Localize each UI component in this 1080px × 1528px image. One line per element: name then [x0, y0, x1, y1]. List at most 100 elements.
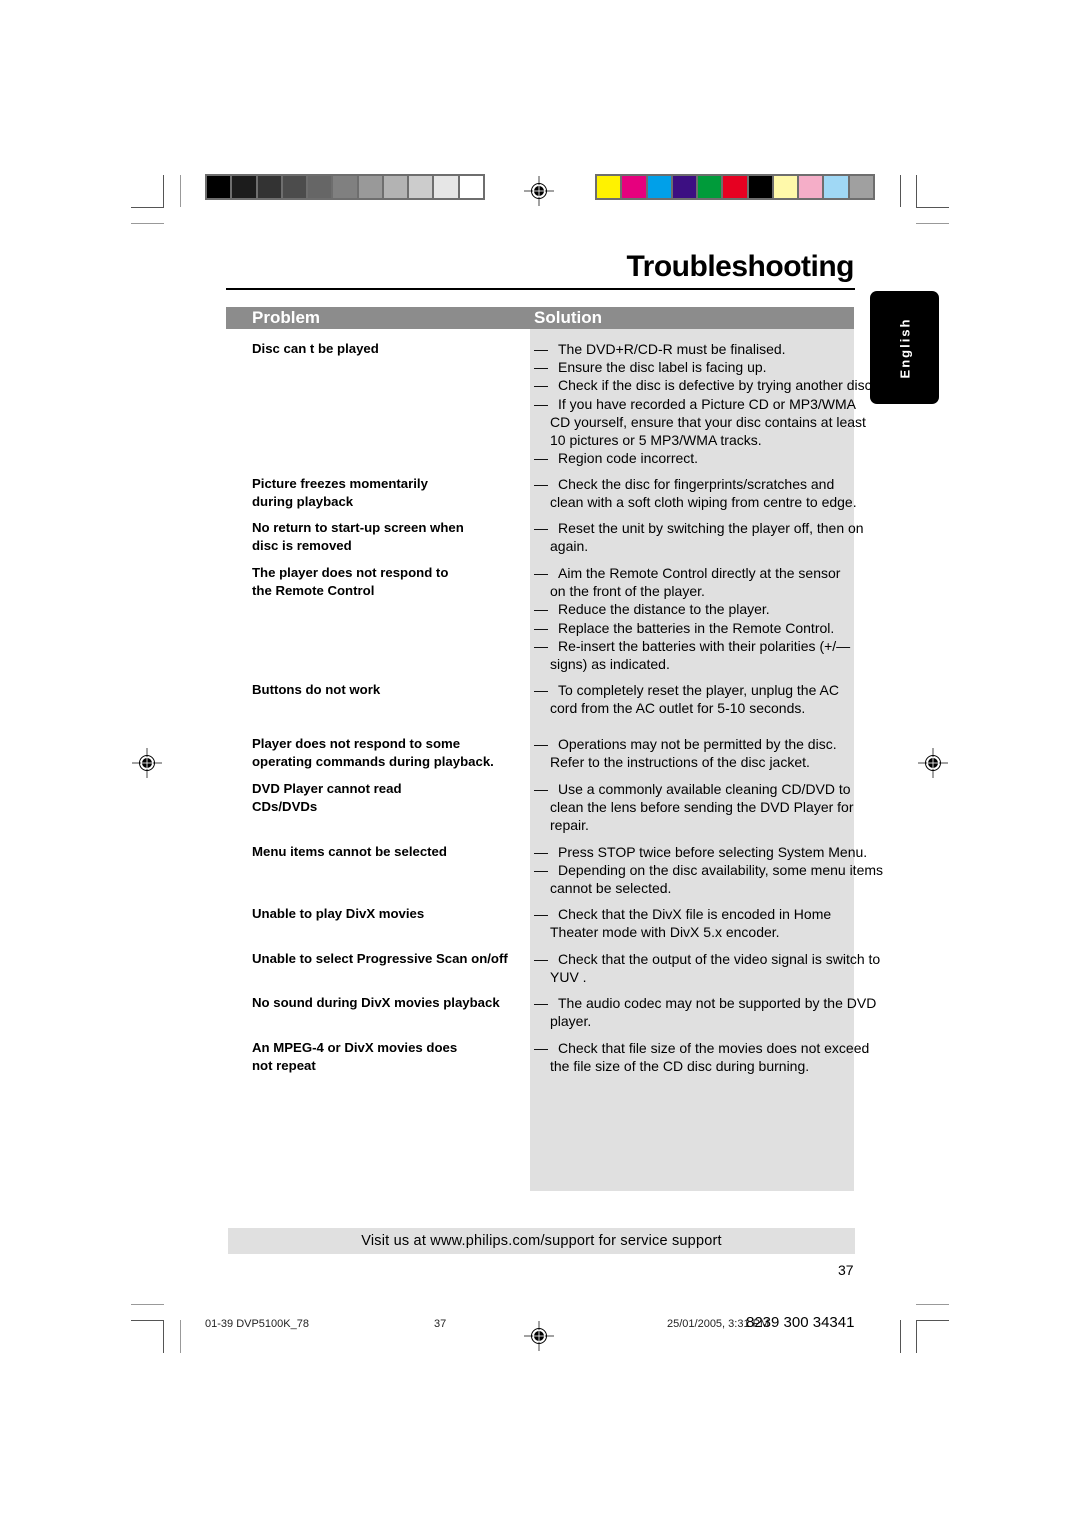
problem-line: No return to start-up screen when	[252, 520, 464, 535]
color-swatch	[358, 176, 382, 198]
grayscale-color-bar	[205, 174, 485, 200]
crop-mark	[131, 207, 164, 208]
problem-line: during playback	[252, 494, 354, 510]
solution-line: Use a commonly available cleaning CD/DVD…	[558, 781, 851, 797]
solution-item: — Reset the unit by switching the player …	[534, 519, 904, 555]
solution-item: — Operations may not be permitted by the …	[534, 735, 904, 771]
problem-line: No sound during DivX movies playback	[252, 995, 500, 1010]
page-number: 37	[838, 1262, 854, 1278]
solution-list: — Check that the DivX file is encoded in …	[534, 905, 904, 941]
crop-mark	[900, 1320, 901, 1353]
solution-item: — The audio codec may not be supported by…	[534, 994, 904, 1030]
solution-item: — Ensure the disc label is facing up.	[534, 358, 904, 376]
color-swatch	[698, 176, 722, 198]
crop-mark	[916, 1304, 949, 1305]
solution-item: — If you have recorded a Picture CD or MP…	[534, 395, 904, 450]
em-dash-bullet-icon: —	[534, 359, 548, 376]
problem-line: Picture freezes momentarily	[252, 476, 428, 491]
color-swatch	[824, 176, 848, 198]
em-dash-bullet-icon: —	[534, 1040, 548, 1056]
color-swatch	[434, 176, 458, 198]
problem-text: DVD Player cannot read CDs/DVDs	[252, 780, 532, 816]
solution-line: Reduce the distance to the player.	[558, 601, 770, 618]
registration-mark-icon	[132, 748, 162, 778]
solution-list: — Aim the Remote Control directly at the …	[534, 564, 904, 673]
solution-list: — The audio codec may not be supported by…	[534, 994, 904, 1030]
solution-line: the file size of the CD disc during burn…	[550, 1058, 810, 1075]
color-swatch	[647, 176, 671, 198]
problem-text: The player does not respond to the Remote…	[252, 564, 532, 600]
solution-line: repair.	[550, 817, 589, 834]
slug-page: 37	[434, 1318, 447, 1330]
solution-list: — The DVD+R/CD-R must be finalised. — Ensur…	[534, 340, 904, 467]
solution-line: cord from the AC outlet for 5-10 seconds…	[550, 700, 806, 717]
problem-text: Unable to play DivX movies	[252, 905, 532, 923]
crop-mark	[900, 175, 901, 207]
problem-text: Menu items cannot be selected	[252, 843, 532, 861]
problem-text: Buttons do not work	[252, 681, 532, 699]
crop-mark	[131, 1320, 164, 1321]
solution-list: — Operations may not be permitted by the …	[534, 735, 904, 771]
solution-line: again.	[550, 538, 589, 555]
em-dash-bullet-icon: —	[534, 844, 548, 860]
solution-line: Operations may not be permitted by the d…	[558, 736, 837, 752]
color-swatch	[333, 176, 357, 198]
solution-line: 10 pictures or 5 MP3/WMA tracks.	[550, 432, 762, 449]
em-dash-bullet-icon: —	[534, 736, 548, 752]
solution-column-header: Solution	[534, 308, 602, 327]
problem-line: CDs/DVDs	[252, 799, 318, 815]
em-dash-bullet-icon: —	[534, 637, 548, 654]
color-swatch	[622, 176, 646, 198]
solution-line: Depending on the disc availability, some…	[558, 862, 884, 879]
solution-list: — Press STOP twice before selecting Syste…	[534, 843, 904, 898]
solution-line: clean with a soft cloth wiping from cent…	[550, 494, 857, 511]
solution-item: — Check that the output of the video sign…	[534, 950, 904, 986]
solution-line: Region code incorrect.	[558, 450, 699, 467]
crop-mark	[131, 223, 164, 224]
em-dash-bullet-icon: —	[534, 862, 548, 879]
color-swatch	[672, 176, 697, 198]
color-swatch	[748, 176, 772, 198]
em-dash-bullet-icon: —	[534, 682, 548, 698]
em-dash-bullet-icon: —	[534, 995, 548, 1011]
solution-item: — Check that the DivX file is encoded in …	[534, 905, 904, 941]
solution-item: — Depending on the disc availability, som…	[534, 861, 904, 897]
color-swatch	[232, 176, 256, 198]
process-color-bar	[595, 174, 875, 200]
crop-mark	[131, 1304, 164, 1305]
problem-text: An MPEG-4 or DivX movies does not repeat	[252, 1039, 532, 1075]
color-swatch	[282, 176, 307, 198]
solution-line: If you have recorded a Picture CD or MP3…	[558, 395, 856, 412]
solution-list: — Reset the unit by switching the player …	[534, 519, 904, 555]
solution-item: — Check the disc for fingerprints/scratch…	[534, 475, 904, 511]
solution-item: — To completely reset the player, unplug …	[534, 681, 904, 717]
problem-line: Player does not respond to some	[252, 736, 461, 751]
problem-text: Player does not respond to some operating…	[252, 735, 532, 771]
solution-item: — Reduce the distance to the player.	[534, 600, 904, 618]
em-dash-bullet-icon: —	[534, 450, 548, 467]
crop-mark	[180, 1320, 181, 1353]
crop-mark	[163, 1320, 164, 1353]
solution-line: Replace the batteries in the Remote Cont…	[558, 619, 835, 636]
solution-line: Re-insert the batteries with their polar…	[558, 637, 851, 654]
problem-column-header: Problem	[252, 308, 321, 327]
solution-line: on the front of the player.	[550, 583, 705, 600]
solution-item: — The DVD+R/CD-R must be finalised.	[534, 340, 904, 358]
em-dash-bullet-icon: —	[534, 520, 548, 536]
solution-item: — Replace the batteries in the Remote Con…	[534, 619, 904, 637]
em-dash-bullet-icon: —	[534, 601, 548, 618]
solution-item: — Check that file size of the movies does…	[534, 1039, 904, 1075]
problem-line: An MPEG-4 or DivX movies does	[252, 1040, 458, 1055]
solution-list: — Use a commonly available cleaning CD/DV…	[534, 780, 904, 835]
registration-mark-icon	[918, 748, 948, 778]
problem-line: Unable to select Progressive Scan on/off	[252, 951, 508, 966]
crop-mark	[916, 223, 949, 224]
solution-line: clean the lens before sending the DVD Pl…	[550, 799, 854, 816]
problem-line: Menu items cannot be selected	[252, 844, 447, 859]
problem-line: Buttons do not work	[252, 682, 381, 697]
solution-line: Check if the disc is defective by trying…	[558, 377, 876, 394]
solution-line: The DVD+R/CD-R must be finalised.	[558, 341, 786, 357]
problem-line: DVD Player cannot read	[252, 781, 402, 796]
problem-text: Unable to select Progressive Scan on/off	[252, 950, 532, 968]
solution-item: — Press STOP twice before selecting Syste…	[534, 843, 904, 861]
